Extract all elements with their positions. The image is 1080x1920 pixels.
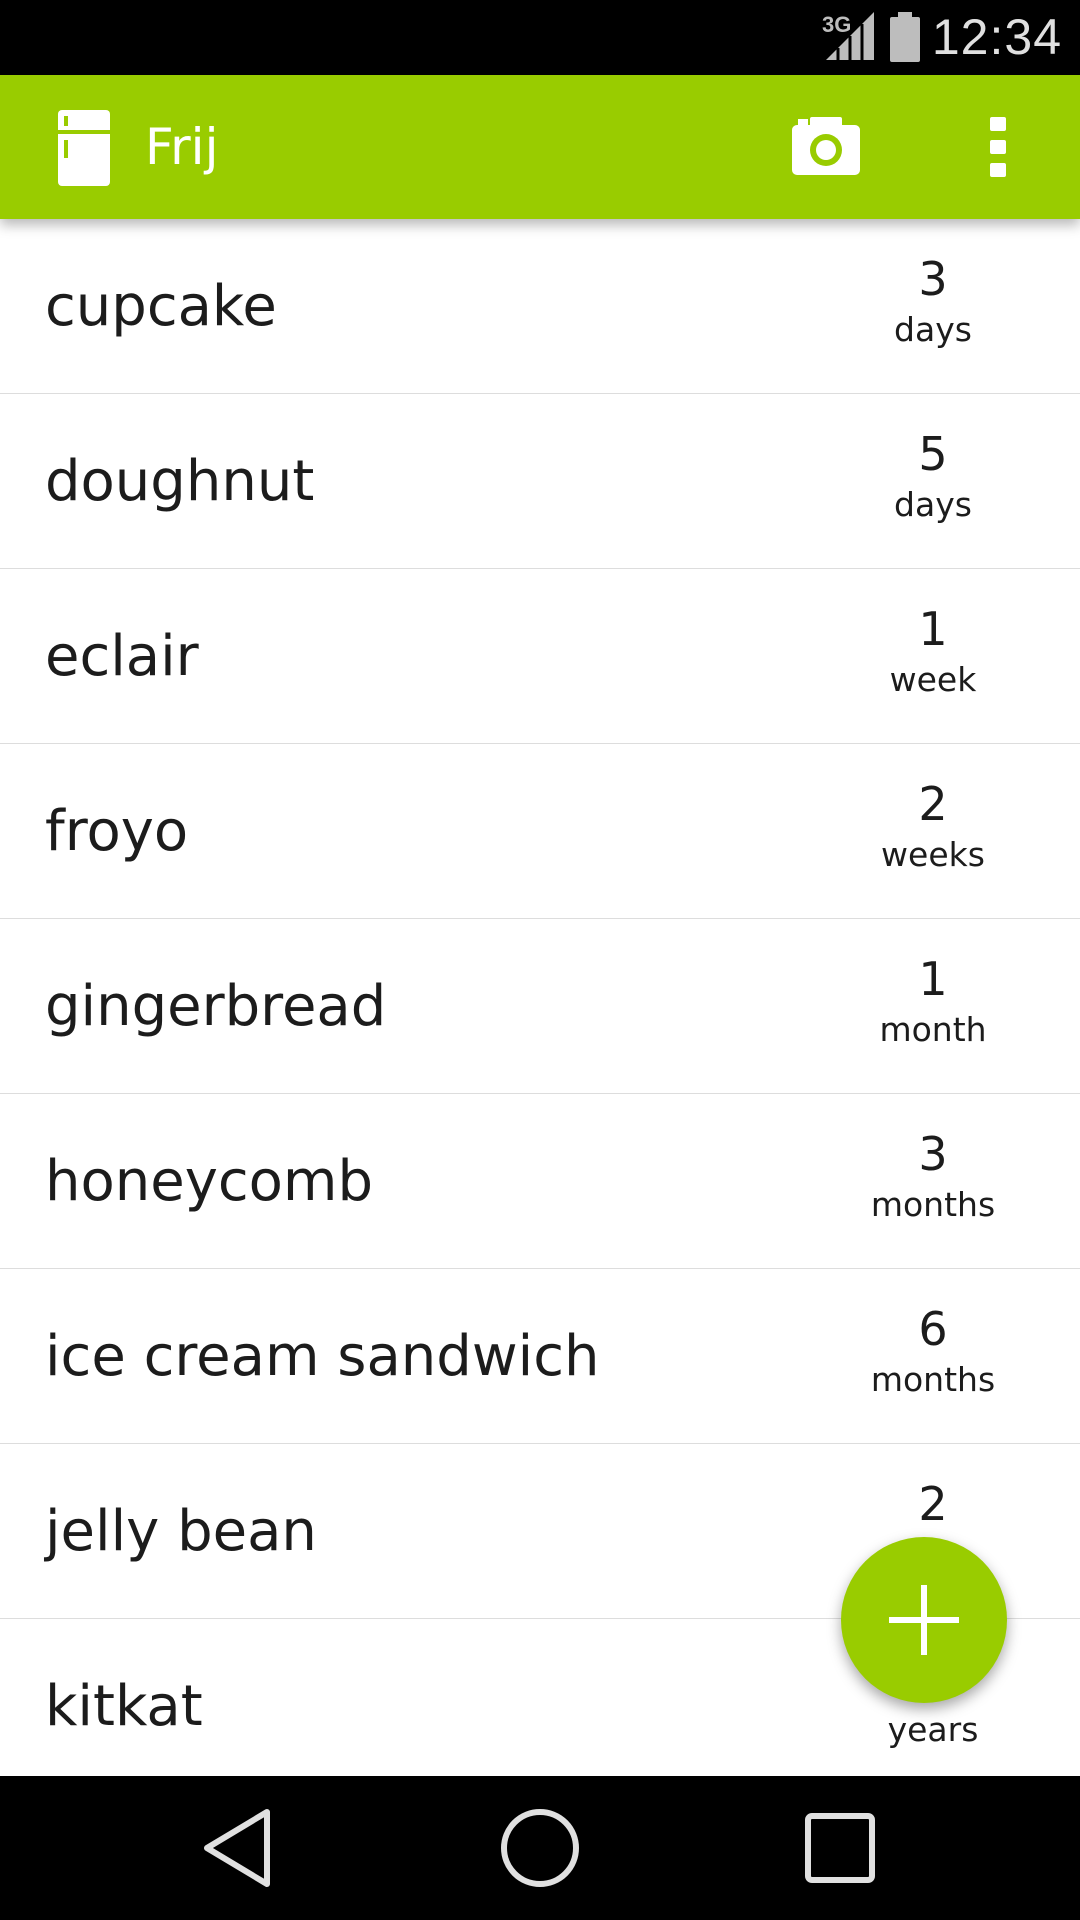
home-icon [501, 1809, 579, 1887]
expiry-amount: 2 [918, 777, 948, 831]
expiry-unit: weeks [881, 835, 985, 874]
expiry-unit: months [870, 1360, 996, 1399]
list-item[interactable]: doughnut 5 days [0, 394, 1080, 569]
expiry-amount: 5 [918, 427, 948, 481]
expiry-amount: 1 [918, 602, 948, 656]
list-item[interactable]: gingerbread 1 month [0, 919, 1080, 1094]
item-expiry: 2 [840, 1478, 1026, 1530]
list-item[interactable]: cupcake 3 days [0, 219, 1080, 394]
add-item-button[interactable] [841, 1537, 1007, 1703]
expiry-unit: days [894, 310, 972, 349]
item-expiry: 2 weeks [840, 778, 1026, 880]
list-item[interactable]: froyo 2 weeks [0, 744, 1080, 919]
expiry-amount: 1 [918, 952, 948, 1006]
camera-button[interactable] [790, 115, 862, 179]
item-name: jelly bean [45, 1499, 317, 1564]
app-bar: Frij [0, 75, 1080, 219]
item-name: doughnut [45, 449, 315, 514]
expiry-unit: years [887, 1710, 979, 1749]
back-icon [204, 1809, 270, 1887]
home-button[interactable] [488, 1796, 592, 1900]
expiry-unit: week [889, 660, 977, 699]
item-expiry: 3 days [840, 253, 1026, 355]
back-button[interactable] [185, 1796, 289, 1900]
recents-icon [805, 1813, 875, 1883]
fridge-logo-icon [58, 110, 110, 186]
clock: 12:34 [931, 9, 1062, 65]
plus-icon [889, 1585, 959, 1655]
item-name: ice cream sandwich [45, 1324, 600, 1389]
item-expiry: 3 months [840, 1128, 1026, 1230]
overflow-menu-icon [990, 117, 1006, 177]
app-title: Frij [145, 118, 219, 176]
expiry-amount: 3 [918, 252, 948, 306]
screen: 3G 12:34 Frij cupcake 3 days doughnut 5 … [0, 0, 1080, 1920]
item-name: kitkat [45, 1674, 203, 1739]
list-item[interactable]: ice cream sandwich 6 months [0, 1269, 1080, 1444]
item-expiry: 1 week [840, 603, 1026, 705]
expiry-amount: 2 [918, 1477, 948, 1531]
item-name: froyo [45, 799, 189, 864]
battery-icon [890, 12, 920, 62]
expiry-unit: days [894, 485, 972, 524]
overflow-menu-button[interactable] [980, 115, 1016, 179]
expiry-unit: months [870, 1185, 996, 1224]
item-name: honeycomb [45, 1149, 373, 1214]
list-item[interactable]: eclair 1 week [0, 569, 1080, 744]
item-name: gingerbread [45, 974, 387, 1039]
navigation-bar [0, 1776, 1080, 1920]
camera-icon [792, 117, 860, 175]
item-expiry: 6 months [840, 1303, 1026, 1405]
expiry-amount: 3 [918, 1127, 948, 1181]
item-name: cupcake [45, 274, 277, 339]
recents-button[interactable] [788, 1796, 892, 1900]
list-item[interactable]: honeycomb 3 months [0, 1094, 1080, 1269]
status-bar: 3G 12:34 [0, 0, 1080, 75]
expiry-amount: 6 [918, 1302, 948, 1356]
item-expiry: 5 days [840, 428, 1026, 530]
signal-icon [826, 12, 874, 60]
item-name: eclair [45, 624, 199, 689]
item-expiry: 1 month [840, 953, 1026, 1055]
expiry-unit: month [879, 1010, 987, 1049]
